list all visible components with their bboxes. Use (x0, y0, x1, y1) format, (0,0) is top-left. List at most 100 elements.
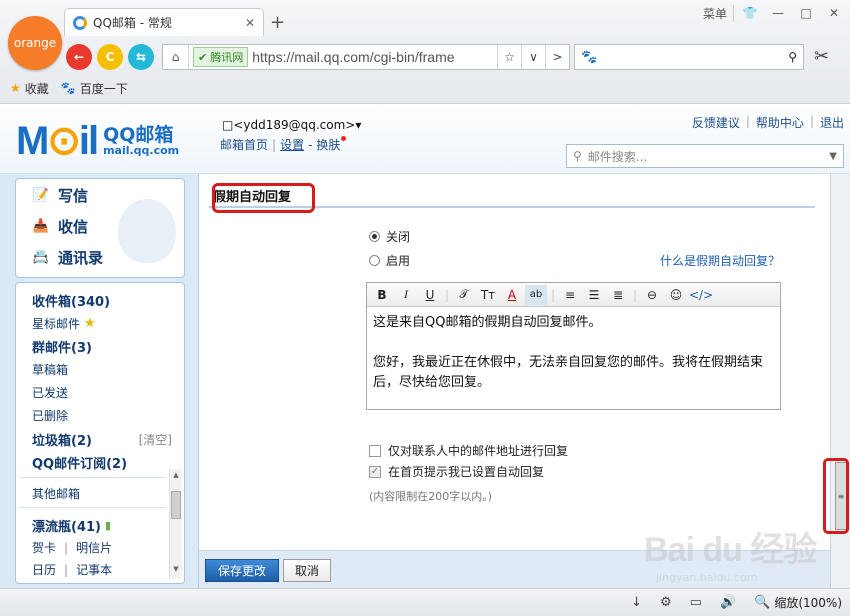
indent-button[interactable]: ≣ (607, 285, 629, 305)
zoom-control[interactable]: 🔍 缩放(100%) (754, 594, 842, 611)
refresh-button[interactable]: C (97, 44, 123, 70)
postcards-link[interactable]: 明信片 (76, 539, 112, 556)
editor-content[interactable]: 这是来自QQ邮箱的假期自动回复邮件。 您好，我最近正在休假中，无法亲自回复您的邮… (367, 307, 780, 399)
new-tab-button[interactable]: + (270, 12, 285, 33)
folder-subscriptions[interactable]: QQ邮件订阅(2) (32, 453, 127, 472)
tab-close-icon[interactable]: ✕ (245, 16, 255, 30)
search-icon[interactable]: ⚲ (788, 50, 797, 64)
radio-enable-label: 启用 (386, 254, 411, 268)
font-size-button[interactable]: Tт (477, 285, 499, 305)
status-bar: ↓ ⚙ ▭ 🔊 🔍 缩放(100%) (0, 588, 850, 616)
feedback-link[interactable]: 反馈建议 (692, 114, 740, 131)
compose-label: 写信 (58, 187, 89, 205)
qq-mail-logo[interactable]: M⊙il QQ邮箱 mail.qq.com (16, 118, 179, 164)
radio-enable[interactable]: 启用 (369, 252, 410, 269)
scroll-down-icon[interactable]: ▼ (170, 565, 182, 573)
mail-search-placeholder: 邮件搜索... (587, 149, 648, 164)
go-forward-icon[interactable]: > (545, 45, 569, 69)
scroll-up-icon[interactable]: ▲ (170, 471, 182, 479)
browser-chrome: orange QQ邮箱 - 常规 ✕ + 菜单 👕 — □ ✕ ← C ⇆ ⌂ … (0, 0, 850, 104)
browser-logo[interactable]: orange (8, 16, 62, 70)
folder-drafts[interactable]: 草稿箱 (32, 361, 68, 378)
help-center-link[interactable]: 帮助中心 (756, 114, 804, 131)
skin-icon[interactable]: 👕 (738, 6, 762, 20)
browser-tab[interactable]: QQ邮箱 - 常规 ✕ (64, 8, 264, 36)
source-code-icon[interactable]: </> (689, 285, 713, 305)
receive-button[interactable]: 📥 收信 (32, 216, 88, 237)
scissors-icon[interactable]: ✂ (814, 46, 829, 67)
mail-search-input[interactable]: ⚲ 邮件搜索... ▼ (566, 144, 844, 168)
italic-button[interactable]: I (395, 285, 417, 305)
restore-button[interactable]: ⇆ (128, 44, 154, 70)
user-email-dropdown[interactable]: □<ydd189@qq.com>▾ (222, 118, 361, 132)
secure-site-label: 腾讯网 (210, 51, 244, 64)
mailbox-home-link[interactable]: 邮箱首页 (220, 136, 268, 153)
folder-spam[interactable]: 垃圾箱(2) (32, 430, 92, 449)
notes-link[interactable]: 记事本 (76, 561, 112, 578)
browser-search-input[interactable]: 🐾 ⚲ (574, 44, 804, 70)
baidu-paw-icon: 🐾 (581, 49, 598, 65)
emoji-icon[interactable]: ☺ (665, 285, 687, 305)
notification-dot (341, 136, 347, 141)
close-window-icon[interactable]: ✕ (822, 6, 846, 20)
maximize-icon[interactable]: □ (794, 6, 818, 20)
underline-button[interactable]: U (419, 285, 441, 305)
background-color-button[interactable]: ab (525, 284, 547, 305)
cancel-button[interactable]: 取消 (283, 559, 331, 582)
folder-deleted[interactable]: 已删除 (32, 407, 68, 424)
volume-icon[interactable]: 🔊 (720, 595, 736, 610)
folder-divider (20, 477, 166, 478)
folder-drift-bottle[interactable]: 漂流瓶(41) ▮ (32, 516, 111, 535)
what-is-auto-reply-link[interactable]: 什么是假期自动回复？ (660, 252, 780, 269)
greeting-cards-link[interactable]: 贺卡 (32, 539, 56, 556)
download-icon[interactable]: ↓ (631, 595, 642, 610)
back-button[interactable]: ← (66, 44, 92, 70)
quick-actions-panel: 📝 写信 📥 收信 📇 通讯录 (15, 178, 185, 278)
bookmark-favorites[interactable]: ★ 收藏 (10, 80, 49, 97)
bookmark-baidu[interactable]: 🐾 百度一下 (61, 80, 128, 97)
auto-reply-panel: 假期自动回复 关闭 启用 什么是假期自动回复？ B I U | 𝒯 Tт A a… (198, 174, 831, 588)
calendar-link[interactable]: 日历 (32, 561, 56, 578)
check-contacts-only[interactable]: 仅对联系人中的邮件地址进行回复 (369, 442, 568, 459)
folder-inbox[interactable]: 收件箱(340) (32, 291, 110, 310)
check-homepage-notice[interactable]: ✓ 在首页提示我已设置自动回复 (369, 463, 544, 480)
apps-row-1: 贺卡 | 明信片 (32, 539, 113, 556)
folder-group-mail[interactable]: 群邮件(3) (32, 337, 92, 356)
font-color-button[interactable]: A (501, 285, 523, 305)
address-bar[interactable]: ⌂ ✔ 腾讯网 https://mail.qq.com/cgi-bin/fram… (162, 44, 570, 70)
radio-disable[interactable]: 关闭 (369, 228, 410, 245)
folder-scroll-thumb[interactable] (171, 491, 181, 519)
contacts-button[interactable]: 📇 通讯录 (32, 247, 103, 268)
url-input[interactable]: https://mail.qq.com/cgi-bin/frame (252, 49, 497, 65)
settings-link[interactable]: 设置 (280, 136, 304, 153)
logout-link[interactable]: 退出 (820, 114, 844, 131)
save-changes-button[interactable]: 保存更改 (205, 559, 279, 582)
address-dropdown-icon[interactable]: ∨ (521, 45, 545, 69)
search-dropdown-icon[interactable]: ▼ (829, 151, 837, 162)
folder-scrollbar[interactable]: ▲ ▼ (169, 469, 182, 579)
folder-sent[interactable]: 已发送 (32, 384, 68, 401)
favorite-star-icon[interactable]: ☆ (497, 45, 521, 69)
screen-icon[interactable]: ▭ (690, 595, 702, 610)
home-icon[interactable]: ⌂ (163, 45, 189, 69)
link-icon[interactable]: ⊖ (641, 285, 663, 305)
reply-editor[interactable]: B I U | 𝒯 Tт A ab | ≡ ☰ ≣ | ⊖ ☺ </> 这是来自… (366, 282, 781, 410)
font-family-button[interactable]: 𝒯 (453, 285, 475, 305)
change-skin-link[interactable]: 换肤 (316, 136, 347, 153)
minimize-icon[interactable]: — (766, 6, 790, 20)
bold-button[interactable]: B (371, 285, 393, 305)
radio-disable-control[interactable] (369, 231, 380, 242)
list-button[interactable]: ☰ (583, 285, 605, 305)
folder-starred[interactable]: 星标邮件 ★ (32, 315, 96, 332)
check-contacts-only-box[interactable] (369, 444, 381, 457)
check-homepage-notice-box[interactable]: ✓ (369, 465, 381, 478)
radio-enable-control[interactable] (369, 255, 380, 266)
compose-button[interactable]: 📝 写信 (32, 185, 88, 206)
menu-button[interactable]: 菜单 (697, 4, 734, 22)
compose-icon: 📝 (32, 188, 50, 203)
tab-title: QQ邮箱 - 常规 (93, 16, 172, 30)
folder-other-mailboxes[interactable]: 其他邮箱 (32, 485, 80, 502)
settings-gear-icon[interactable]: ⚙ (660, 595, 672, 610)
clear-spam-link[interactable]: [清空] (139, 431, 172, 448)
align-button[interactable]: ≡ (559, 285, 581, 305)
